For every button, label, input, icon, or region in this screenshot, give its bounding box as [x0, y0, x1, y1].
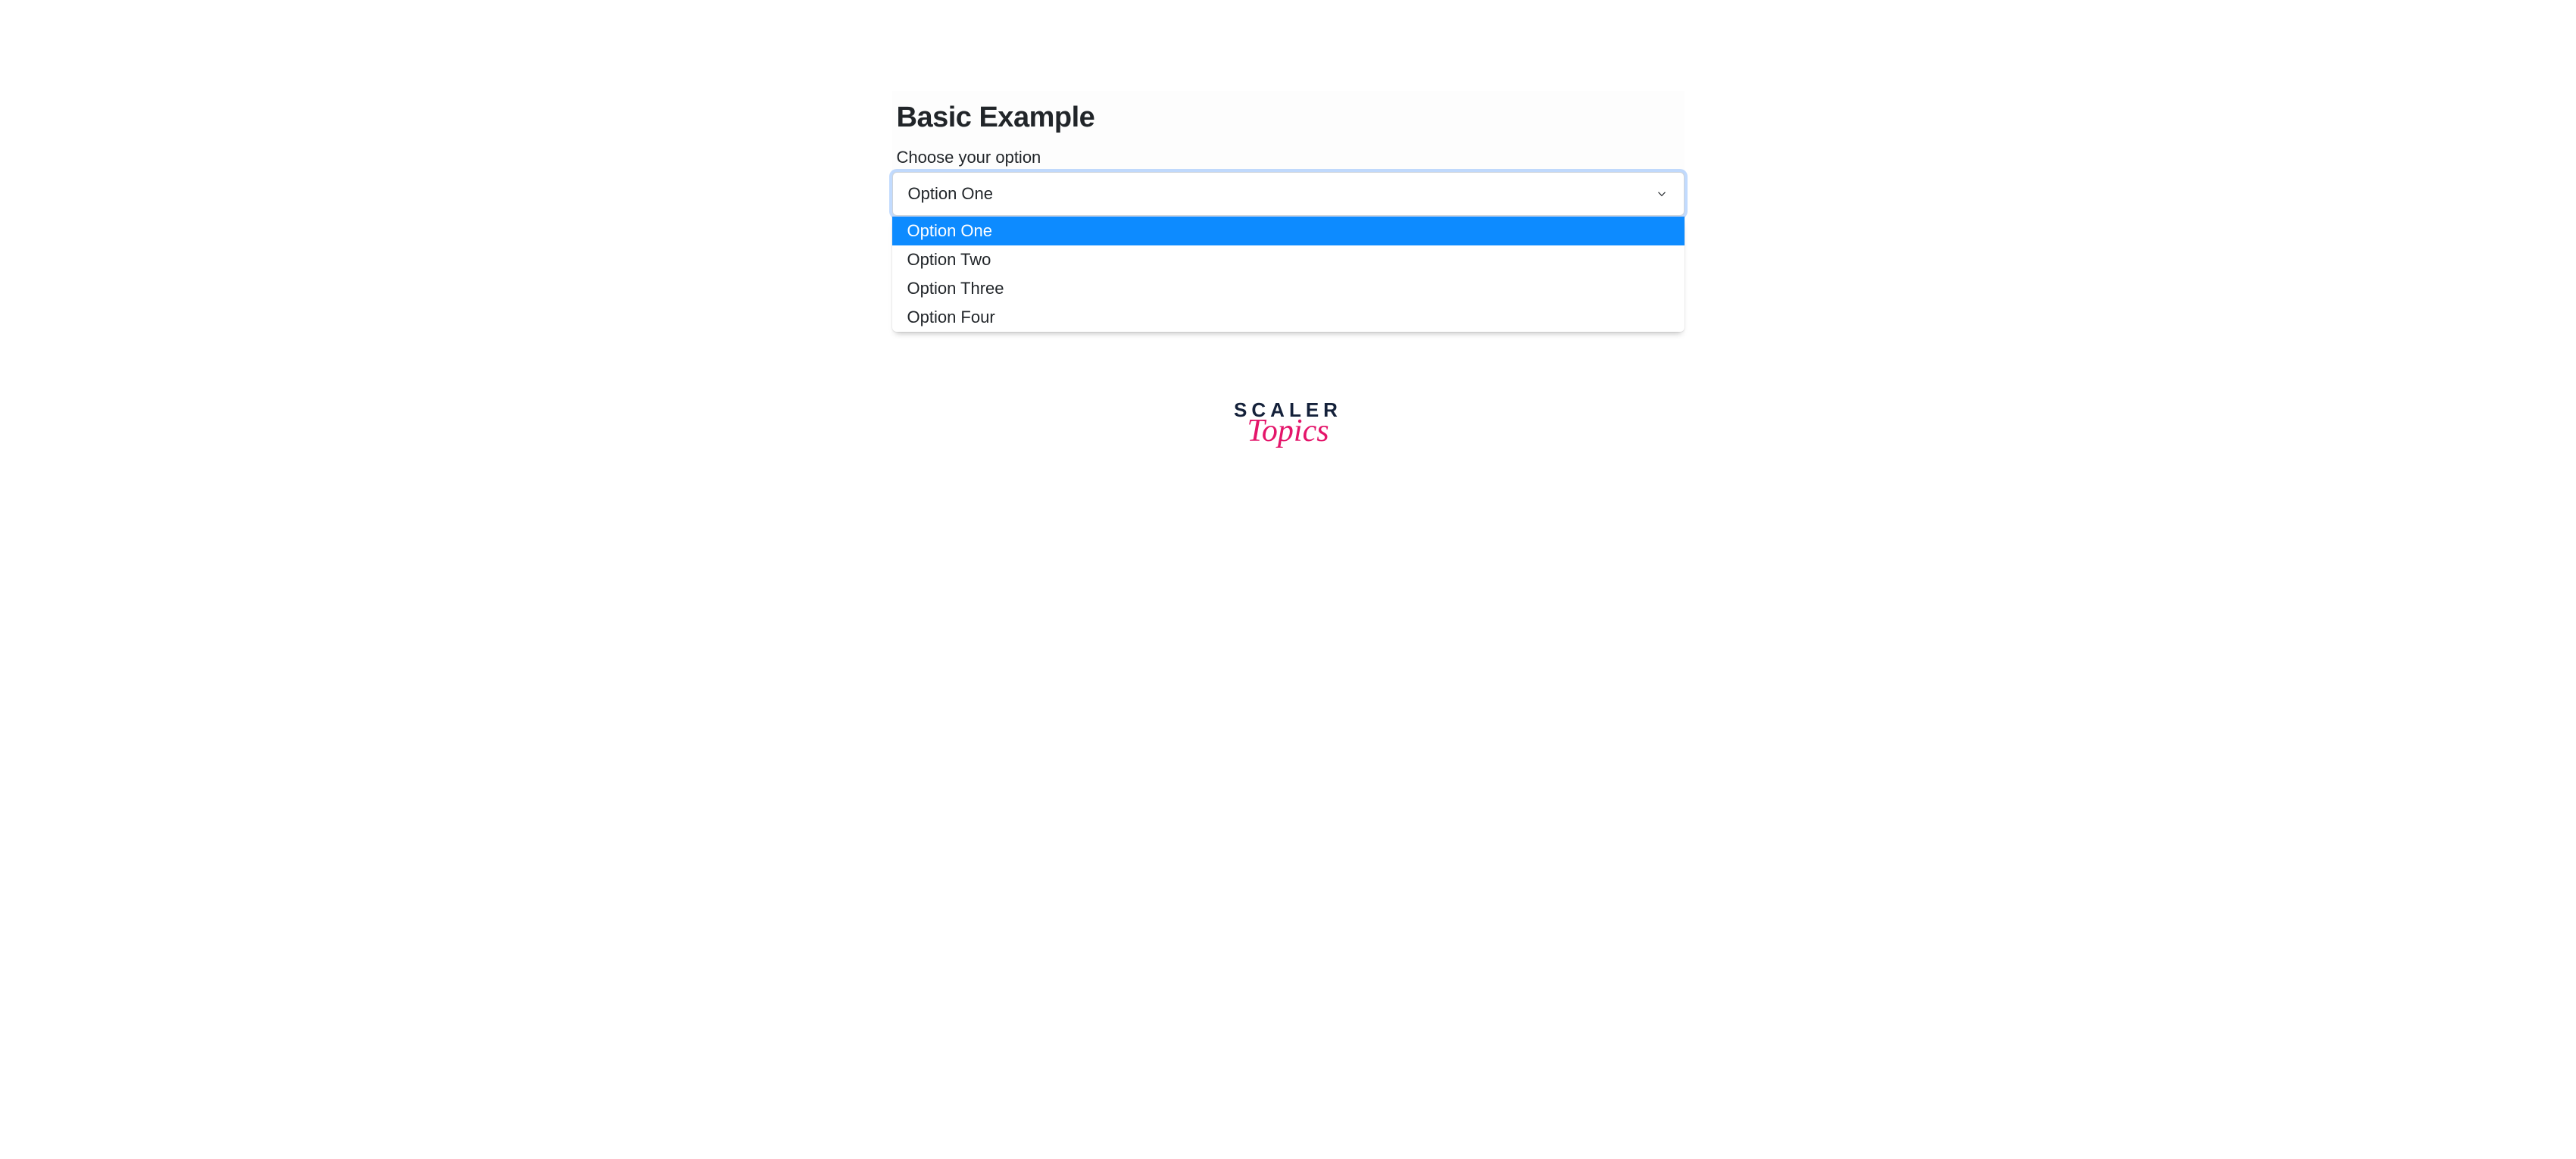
select-dropdown[interactable]: Option One [892, 172, 1685, 216]
brand-logo: SCALER Topics [1234, 400, 1342, 447]
page-title: Basic Example [892, 102, 1685, 134]
dropdown-list: Option One Option Two Option Three Optio… [892, 217, 1685, 332]
panel-inner: Basic Example Choose your option Option … [892, 91, 1685, 332]
logo-text-bottom: Topics [1234, 415, 1342, 447]
select-current-value: Option One [908, 184, 994, 204]
example-panel: Basic Example Choose your option Option … [892, 91, 1685, 332]
select-label: Choose your option [892, 148, 1685, 167]
dropdown-option-3[interactable]: Option Three [892, 274, 1685, 303]
chevron-down-icon [1655, 187, 1669, 201]
dropdown-option-2[interactable]: Option Two [892, 245, 1685, 274]
select-wrapper: Option One Option One Option Two Option … [892, 172, 1685, 332]
dropdown-option-1[interactable]: Option One [892, 217, 1685, 245]
dropdown-option-4[interactable]: Option Four [892, 303, 1685, 332]
